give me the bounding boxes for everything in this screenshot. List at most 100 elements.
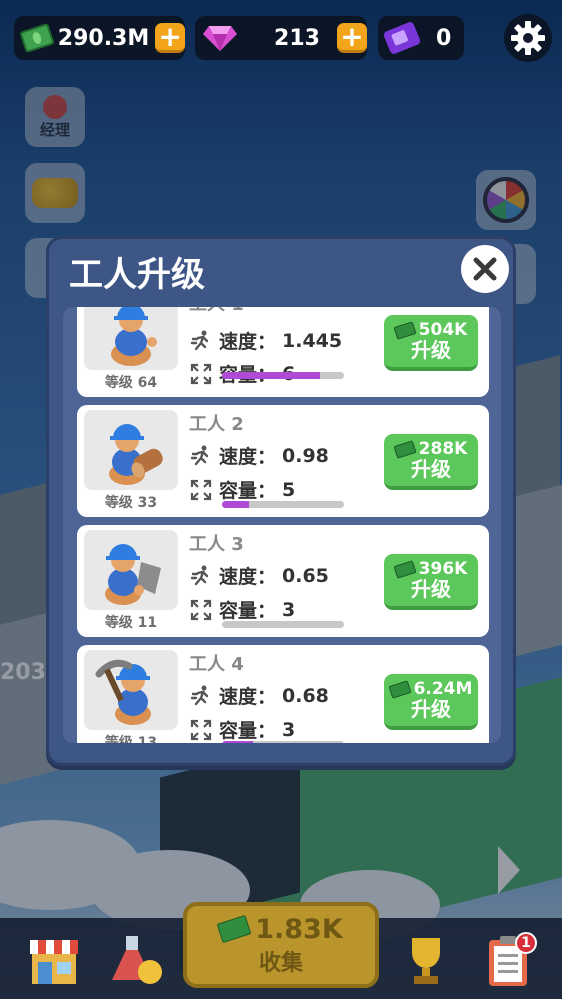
worker-card: 等级 11 工人 3 速度： 0.65 容量： 3 396K 升级 [77, 525, 489, 637]
cash-icon [393, 559, 417, 579]
worker-name: 工人 3 [189, 534, 244, 555]
capacity-progress-bar [222, 501, 344, 508]
speed-label: 速度： [219, 446, 277, 468]
capacity-label: 容量： [219, 600, 277, 622]
research-button[interactable] [106, 930, 166, 990]
running-icon [190, 445, 209, 465]
capacity-value: 5 [282, 478, 296, 501]
cash-icon [388, 679, 412, 699]
gem-icon [203, 26, 237, 51]
worker-list[interactable]: 等级 64 工人 1 速度：1.445 容量：6 504K 升级 [63, 307, 501, 743]
upgrade-price: 396K [418, 558, 468, 579]
worker-avatar-icon [105, 544, 161, 605]
speed-value: 0.68 [282, 684, 329, 707]
capacity-value: 3 [282, 598, 296, 621]
worker-avatar-icon [95, 659, 151, 725]
expand-icon [190, 479, 212, 500]
upgrade-button[interactable]: 288K 升级 [384, 434, 478, 490]
worker-thumbnail [84, 530, 178, 610]
gem-value: 213 [274, 25, 320, 51]
speed-stat: 速度： 0.68 [189, 682, 329, 709]
upgrade-price: 6.24M [413, 678, 473, 699]
worker-level: 等级 11 [104, 615, 158, 631]
settings-button[interactable] [504, 14, 552, 62]
upgrade-label: 升级 [411, 338, 451, 363]
ticket-icon [382, 20, 422, 56]
worker-thumbnail [84, 410, 178, 490]
worker-name: 工人 2 [189, 414, 244, 435]
expand-icon [190, 719, 212, 740]
worker-level: 等级 64 [104, 375, 158, 391]
speed-stat: 速度： 0.65 [189, 562, 329, 589]
speed-stat: 速度： 0.98 [189, 442, 329, 469]
flask-icon [112, 936, 162, 984]
capacity-progress-fill [222, 501, 249, 508]
speed-label: 速度： [219, 686, 277, 708]
worker-upgrade-dialog: 工人升级 等级 64 工人 1 速度：1.445 [46, 236, 516, 766]
achievements-button[interactable] [396, 930, 456, 990]
capacity-stat: 容量： 5 [189, 476, 295, 503]
worker-card: 等级 33 工人 2 速度： 0.98 容量： 5 288K 升级 [77, 405, 489, 517]
upgrade-price: 288K [418, 438, 468, 459]
capacity-label: 容量： [219, 480, 277, 502]
ticket-value: 0 [436, 25, 452, 51]
capacity-progress-bar [222, 621, 344, 628]
worker-card: 等级 64 工人 1 速度：1.445 容量：6 504K 升级 [77, 307, 489, 397]
collect-amount: 1.83K [255, 913, 343, 945]
dialog-title: 工人升级 [69, 255, 205, 295]
shop-icon [30, 940, 78, 984]
capacity-progress-fill [222, 372, 320, 379]
capacity-label: 容量： [219, 720, 277, 742]
worker-thumbnail [84, 650, 178, 730]
upgrade-label: 升级 [411, 577, 451, 602]
shop-button[interactable] [24, 930, 84, 990]
speed-value: 1.445 [282, 329, 343, 352]
upgrade-button[interactable]: 396K 升级 [384, 554, 478, 610]
add-gems-button[interactable]: + [337, 22, 367, 53]
running-icon [190, 565, 209, 585]
worker-card: 等级 13 工人 4 速度： 0.68 容量： 3 6.24M 升级 [77, 645, 489, 743]
ticket-display: 0 [378, 16, 464, 60]
running-icon [190, 330, 209, 350]
upgrade-label: 升级 [411, 457, 451, 482]
speed-stat: 速度： 1.445 [189, 327, 342, 354]
gear-icon [511, 21, 545, 55]
upgrade-button[interactable]: 6.24M 升级 [384, 674, 478, 730]
upgrade-label: 升级 [411, 697, 451, 722]
capacity-progress-bar [222, 741, 344, 743]
trophy-icon [412, 938, 440, 984]
worker-level: 等级 33 [104, 495, 158, 511]
worker-avatar-icon [109, 424, 163, 485]
cash-display: 290.3M + [14, 16, 185, 60]
collect-button[interactable]: 1.83K 收集 [183, 902, 379, 988]
capacity-stat: 容量： 3 [189, 596, 295, 623]
speed-label: 速度： [219, 331, 277, 353]
worker-name: 工人 1 [189, 307, 244, 316]
upgrade-button[interactable]: 504K 升级 [384, 315, 478, 371]
worker-avatar-icon [111, 307, 157, 366]
capacity-progress-fill [222, 741, 253, 743]
worker-thumbnail [84, 307, 178, 370]
cash-icon [19, 22, 55, 54]
collect-label: 收集 [258, 950, 303, 976]
cash-icon [393, 439, 417, 459]
expand-icon [190, 363, 212, 384]
worker-level: 等级 13 [104, 735, 158, 743]
notification-badge: 1 [515, 932, 537, 954]
close-icon [473, 257, 497, 281]
cash-icon [216, 914, 252, 944]
capacity-stat: 容量： 3 [189, 716, 295, 743]
add-cash-button[interactable]: + [155, 22, 185, 53]
close-button[interactable] [461, 245, 509, 293]
cash-value: 290.3M [57, 25, 150, 51]
gem-display: 213 + [195, 16, 367, 60]
capacity-value: 3 [282, 718, 296, 741]
running-icon [190, 685, 209, 705]
speed-value: 0.98 [282, 444, 329, 467]
worker-name: 工人 4 [189, 654, 244, 675]
capacity-progress-bar [222, 372, 344, 379]
upgrade-price: 504K [418, 319, 468, 340]
speed-value: 0.65 [282, 564, 329, 587]
expand-icon [190, 599, 212, 620]
speed-label: 速度： [219, 566, 277, 588]
